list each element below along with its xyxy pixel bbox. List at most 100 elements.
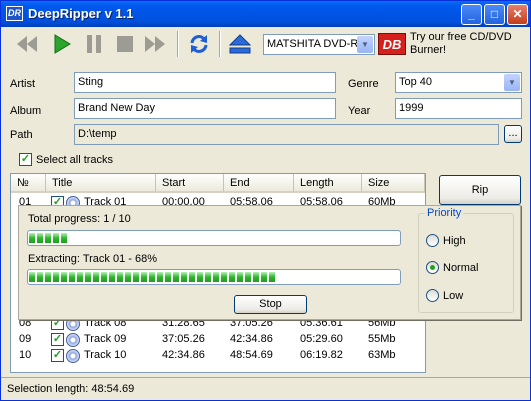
progress-segment xyxy=(189,272,195,282)
year-field[interactable]: 1999 xyxy=(395,98,522,119)
cd-icon xyxy=(66,333,80,347)
progress-segment xyxy=(69,272,75,282)
genre-value: Top 40 xyxy=(399,76,433,88)
album-field[interactable]: Brand New Day xyxy=(74,98,336,119)
track-title: Track 09 xyxy=(84,333,127,345)
toolbar-separator xyxy=(177,31,179,57)
priority-high-radio[interactable] xyxy=(426,234,439,247)
total-progress-bar xyxy=(27,230,401,246)
progress-segment xyxy=(197,272,203,282)
pause-icon[interactable] xyxy=(81,31,107,57)
progress-segment xyxy=(181,272,187,282)
select-all-checkbox[interactable]: ✓ xyxy=(19,153,32,166)
progress-segment xyxy=(221,272,227,282)
progress-segment xyxy=(77,272,83,282)
chevron-down-icon[interactable]: ▼ xyxy=(357,36,373,53)
rewind-icon[interactable] xyxy=(14,31,40,57)
progress-segment xyxy=(229,272,235,282)
column-header-size[interactable]: Size xyxy=(362,174,425,193)
artist-label: Artist xyxy=(10,78,36,90)
path-field[interactable]: D:\temp xyxy=(74,124,499,145)
track-checkbox[interactable]: ✓ xyxy=(51,333,64,346)
track-number: 09 xyxy=(19,333,32,345)
fast-forward-icon[interactable] xyxy=(142,31,168,57)
progress-segment xyxy=(29,233,35,243)
chevron-down-icon[interactable]: ▼ xyxy=(504,74,520,91)
priority-low-radio[interactable] xyxy=(426,289,439,302)
track-size: 55Mb xyxy=(368,333,396,345)
genre-select[interactable]: Top 40 ▼ xyxy=(395,72,522,93)
title-bar[interactable]: DR DeepRipper v 1.1 _ □ ✕ xyxy=(1,1,530,27)
cd-icon xyxy=(66,349,80,363)
progress-dialog: Total progress: 1 / 10 Extracting: Track… xyxy=(18,205,521,320)
column-header-title[interactable]: Title xyxy=(46,174,156,193)
progress-segment xyxy=(165,272,171,282)
progress-segment xyxy=(133,272,139,282)
total-progress-fill xyxy=(29,233,399,243)
play-icon[interactable] xyxy=(49,31,75,57)
extract-progress-fill xyxy=(29,272,399,282)
priority-high-label[interactable]: High xyxy=(443,235,466,247)
progress-segment xyxy=(245,272,251,282)
main-window: DR DeepRipper v 1.1 _ □ ✕ MATSHITA DVD-R… xyxy=(0,0,531,401)
priority-normal-label[interactable]: Normal xyxy=(443,262,478,274)
progress-segment xyxy=(29,272,35,282)
track-start: 37:05.26 xyxy=(162,333,205,345)
status-bar: Selection length: 48:54.69 xyxy=(1,377,530,400)
track-checkbox[interactable]: ✓ xyxy=(51,349,64,362)
progress-segment xyxy=(253,272,259,282)
drive-select[interactable]: MATSHITA DVD-R ▼ xyxy=(263,34,375,55)
album-label: Album xyxy=(10,105,42,117)
progress-segment xyxy=(149,272,155,282)
priority-low-label[interactable]: Low xyxy=(443,290,463,302)
column-header-end[interactable]: End xyxy=(224,174,294,193)
column-header-no[interactable]: № xyxy=(11,174,46,193)
maximize-button[interactable]: □ xyxy=(484,4,505,25)
progress-segment xyxy=(109,272,115,282)
progress-segment xyxy=(237,272,243,282)
progress-segment xyxy=(61,272,67,282)
refresh-icon[interactable] xyxy=(186,31,212,57)
promo-link[interactable]: Try our free CD/DVD Burner! xyxy=(410,31,530,57)
genre-label: Genre xyxy=(348,78,379,90)
toolbar: MATSHITA DVD-R ▼ DB Try our free CD/DVD … xyxy=(6,29,527,59)
progress-segment xyxy=(157,272,163,282)
artist-field[interactable]: Sting xyxy=(74,72,336,93)
extracting-label: Extracting: Track 01 - 68% xyxy=(28,253,157,265)
table-row[interactable]: 09 ✓ Track 09 37:05.26 42:34.86 05:29.60… xyxy=(11,332,425,348)
priority-normal-radio[interactable] xyxy=(426,261,439,274)
progress-segment xyxy=(93,272,99,282)
progress-segment xyxy=(53,272,59,282)
track-size: 63Mb xyxy=(368,349,396,361)
track-end: 48:54.69 xyxy=(230,349,273,361)
progress-segment xyxy=(45,233,51,243)
track-length: 05:29.60 xyxy=(300,333,343,345)
app-icon: DR xyxy=(6,6,23,21)
table-row[interactable]: 10 ✓ Track 10 42:34.86 48:54.69 06:19.82… xyxy=(11,348,425,364)
window-title: DeepRipper v 1.1 xyxy=(28,6,134,21)
progress-segment xyxy=(141,272,147,282)
burner-logo[interactable]: DB xyxy=(378,33,406,55)
minimize-button[interactable]: _ xyxy=(461,4,482,25)
stop-icon[interactable] xyxy=(112,31,138,57)
track-end: 42:34.86 xyxy=(230,333,273,345)
progress-segment xyxy=(101,272,107,282)
close-button[interactable]: ✕ xyxy=(507,4,528,25)
track-title: Track 10 xyxy=(84,349,127,361)
progress-segment xyxy=(117,272,123,282)
progress-segment xyxy=(125,272,131,282)
year-label: Year xyxy=(348,105,371,117)
priority-title: Priority xyxy=(425,207,464,219)
extract-progress-bar xyxy=(27,269,401,285)
eject-icon[interactable] xyxy=(227,31,253,57)
priority-group: Priority High Normal Low xyxy=(418,207,514,313)
rip-button[interactable]: Rip xyxy=(439,175,521,205)
browse-button[interactable]: ... xyxy=(504,125,522,143)
progress-segment xyxy=(261,272,267,282)
progress-segment xyxy=(53,233,59,243)
select-all-label: Select all tracks xyxy=(36,154,114,166)
column-header-start[interactable]: Start xyxy=(156,174,224,193)
progress-segment xyxy=(269,272,275,282)
column-header-length[interactable]: Length xyxy=(294,174,362,193)
stop-button[interactable]: Stop xyxy=(234,295,307,314)
